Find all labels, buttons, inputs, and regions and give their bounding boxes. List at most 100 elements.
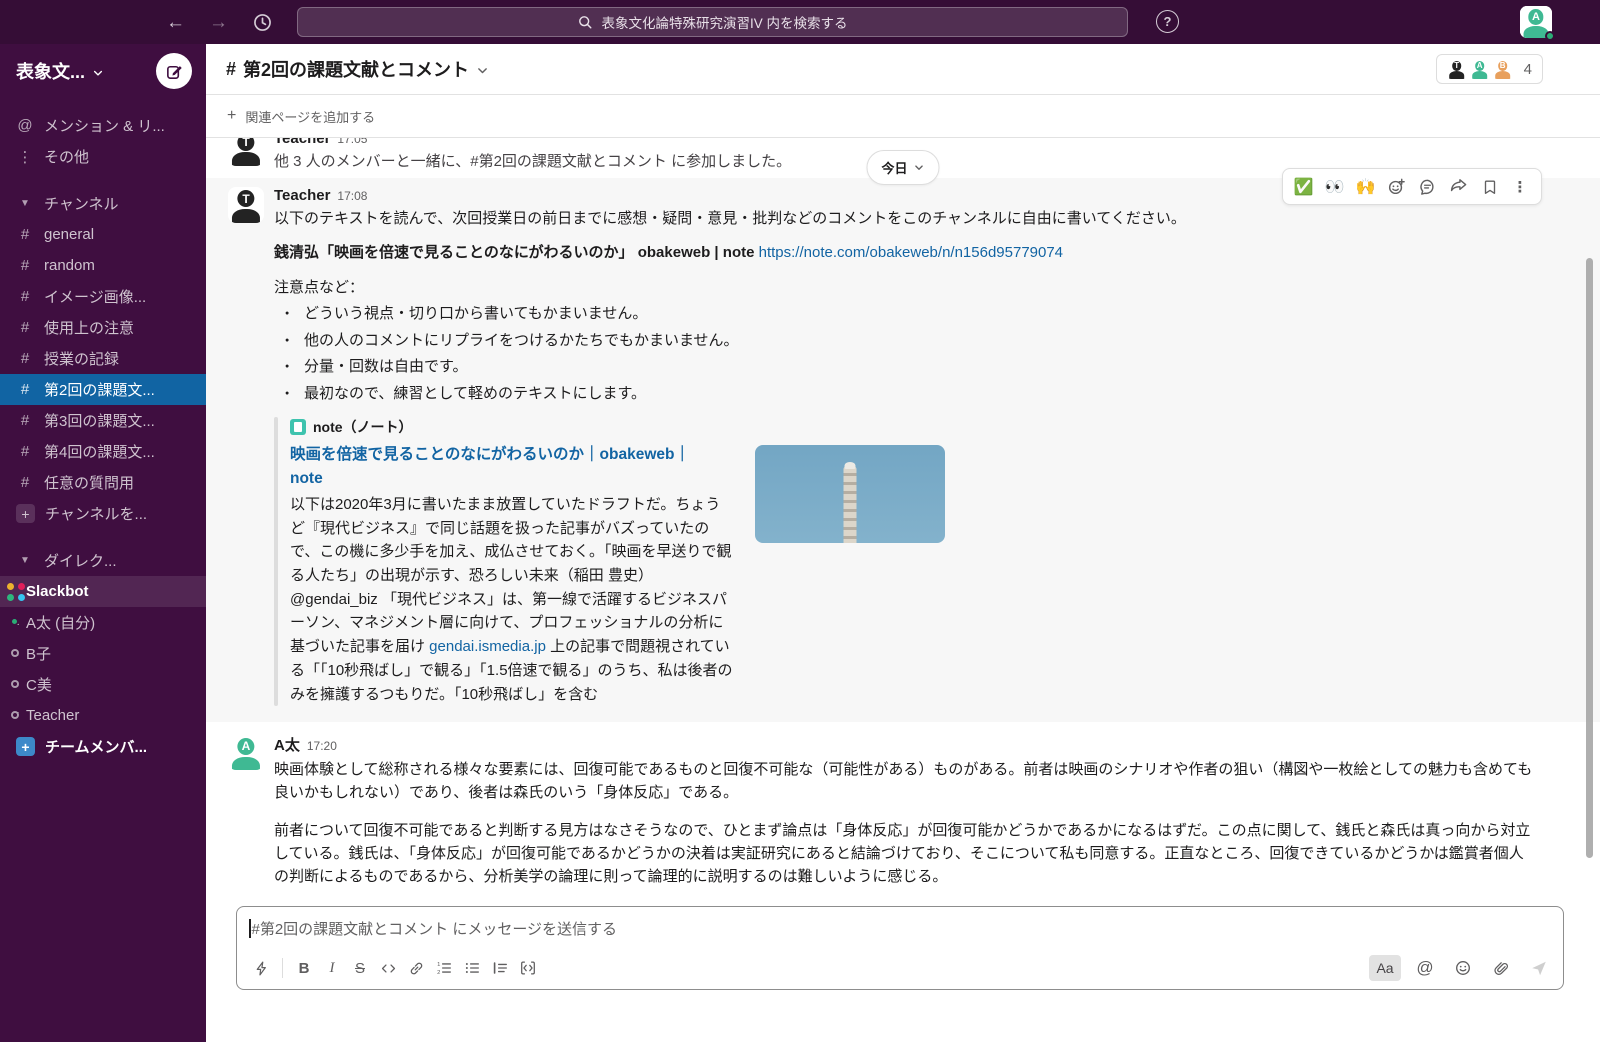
section-label: ダイレク...	[44, 550, 117, 571]
chevron-down-icon	[92, 67, 104, 79]
bulleted-list-icon[interactable]	[458, 955, 486, 981]
unfurl-title-link[interactable]: 映画を倍速で見ることのなにがわるいのか｜obakeweb｜note	[290, 443, 704, 491]
emoji-picker-icon[interactable]	[1449, 955, 1477, 981]
blockquote-icon[interactable]	[486, 955, 514, 981]
add-channel-label: チャンネルを...	[45, 503, 147, 524]
forward-icon[interactable]: →	[209, 13, 228, 32]
sidebar-dm-cmi[interactable]: C C美	[0, 669, 206, 700]
member-count: 4	[1524, 61, 1532, 78]
reaction-check-button[interactable]: ✅	[1288, 172, 1319, 201]
message-author[interactable]: A太	[274, 737, 300, 754]
sidebar-dm-bko[interactable]: B B子	[0, 638, 206, 669]
add-reaction-icon[interactable]	[1381, 172, 1412, 201]
chevron-down-icon	[476, 64, 489, 77]
message-author[interactable]: Teacher	[274, 138, 330, 147]
sidebar-channel-class-records[interactable]: # 授業の記録	[0, 343, 206, 374]
attach-file-icon[interactable]	[1487, 955, 1515, 981]
sidebar-dm-teacher[interactable]: T Teacher	[0, 700, 206, 731]
note-service-icon	[290, 419, 306, 435]
search-placeholder: 表象文化論特殊研究演習IV 内を検索する	[601, 12, 847, 32]
back-icon[interactable]: ←	[166, 13, 185, 32]
message-timestamp: 17:20	[307, 739, 337, 753]
avatar: T	[228, 138, 264, 166]
ordered-list-icon[interactable]: 12	[430, 955, 458, 981]
unfurl-service-name: note（ノート）	[313, 417, 413, 437]
strikethrough-button[interactable]: S	[346, 955, 374, 981]
sidebar-channel-session4[interactable]: # 第4回の課題文...	[0, 436, 206, 467]
list-item: 最初なので、練習として軽めのテキストにします。	[274, 383, 1536, 406]
channel-title-button[interactable]: # 第2回の課題文献とコメント	[226, 56, 489, 82]
workspace-header[interactable]: 表象文...	[0, 44, 206, 98]
link-icon[interactable]	[402, 955, 430, 981]
sidebar-channel-session2-selected[interactable]: # 第2回の課題文...	[0, 374, 206, 405]
chevron-down-icon	[914, 162, 925, 173]
more-actions-icon[interactable]: ⋮	[1505, 172, 1536, 201]
compose-button[interactable]	[156, 53, 192, 89]
member-list-button[interactable]: T A B 4	[1436, 54, 1543, 84]
presence-offline-dot	[11, 711, 19, 719]
plus-icon: +	[16, 737, 35, 756]
message-author[interactable]: Teacher	[274, 187, 330, 204]
list-item: 分量・回数は自由です。	[274, 356, 1536, 379]
sidebar-item-mentions[interactable]: @ メンション & リ...	[0, 110, 206, 141]
message-timestamp: 17:05	[337, 138, 367, 146]
sidebar-channel-general[interactable]: # general	[0, 219, 206, 250]
member-avatar: T	[1447, 59, 1467, 79]
sidebar-dm-self[interactable]: A A太 (自分)	[0, 607, 206, 638]
dm-section-header[interactable]: ▼ ダイレク...	[0, 545, 206, 576]
history-clock-icon[interactable]	[252, 12, 273, 33]
sidebar-item-more[interactable]: ⋮ その他	[0, 141, 206, 172]
add-related-page-button[interactable]: 関連ページを追加する	[245, 107, 375, 126]
send-button[interactable]	[1525, 955, 1553, 981]
message-text: 以下のテキストを読んで、次回授業日の前日までに感想・疑問・意見・批判などのコメン…	[274, 208, 1536, 231]
message-composer[interactable]: #第2回の課題文献とコメント にメッセージを送信する B I S	[236, 906, 1564, 990]
caret-down-icon: ▼	[16, 198, 34, 209]
user-avatar[interactable]: A	[1520, 6, 1552, 38]
list-item: 他の人のコメントにリプライをつけるかたちでもかまいません。	[274, 330, 1536, 353]
dm-label: C美	[26, 674, 52, 695]
sidebar-channel-questions[interactable]: # 任意の質問用	[0, 467, 206, 498]
sidebar-item-label: その他	[44, 146, 89, 167]
shortcuts-lightning-icon[interactable]	[247, 955, 275, 981]
hash-icon: #	[16, 226, 34, 243]
search-icon	[577, 14, 593, 30]
presence-offline-dot	[11, 680, 19, 688]
bold-button[interactable]: B	[290, 955, 318, 981]
channel-header: # 第2回の課題文献とコメント T A B 4	[206, 44, 1600, 95]
sidebar-dm-slackbot[interactable]: Slackbot	[0, 576, 206, 607]
invite-members-button[interactable]: + チームメンバ...	[0, 731, 206, 762]
reaction-eyes-button[interactable]: 👀	[1319, 172, 1350, 201]
sidebar-channel-usage-notes[interactable]: # 使用上の注意	[0, 312, 206, 343]
reference-line: 銭清弘「映画を倍速で見ることのなにがわるいのか」 obakeweb | note…	[274, 242, 1536, 265]
date-divider-button[interactable]: 今日	[866, 150, 939, 185]
history-nav: ← →	[166, 12, 273, 33]
search-bar[interactable]: 表象文化論特殊研究演習IV 内を検索する	[297, 7, 1128, 37]
inline-code-icon[interactable]	[374, 955, 402, 981]
sidebar-channel-random[interactable]: # random	[0, 250, 206, 281]
hash-icon: #	[226, 59, 236, 80]
composer-toolbar: B I S 12	[237, 950, 1563, 989]
channel-label: 授業の記録	[44, 348, 119, 369]
plus-icon: +	[16, 504, 35, 523]
reply-thread-icon[interactable]	[1412, 172, 1443, 201]
unfurl-inline-link[interactable]: gendai.ismedia.jp	[429, 638, 546, 655]
bookmark-icon[interactable]	[1474, 172, 1505, 201]
link-preview-card: note（ノート） 映画を倍速で見ることのなにがわるいのか｜obakeweb｜n…	[274, 417, 1536, 706]
vertical-scrollbar[interactable]	[1586, 258, 1593, 858]
message-input[interactable]: #第2回の課題文献とコメント にメッセージを送信する	[237, 907, 1563, 943]
channels-section-header[interactable]: ▼ チャンネル	[0, 188, 206, 219]
add-channel-button[interactable]: + チャンネルを...	[0, 498, 206, 529]
channel-title: 第2回の課題文献とコメント	[243, 56, 469, 82]
share-message-icon[interactable]	[1443, 172, 1474, 201]
reference-url-link[interactable]: https://note.com/obakeweb/n/n156d9577907…	[759, 244, 1063, 261]
code-block-icon[interactable]	[514, 955, 542, 981]
mention-button[interactable]: @	[1411, 955, 1439, 981]
sidebar-channel-images[interactable]: # イメージ画像...	[0, 281, 206, 312]
sidebar-channel-session3[interactable]: # 第3回の課題文...	[0, 405, 206, 436]
italic-button[interactable]: I	[318, 955, 346, 981]
help-button[interactable]: ?	[1156, 10, 1179, 33]
unfurl-thumbnail-tower-photo[interactable]	[755, 445, 945, 543]
formatting-toggle-button[interactable]: Aa	[1369, 955, 1401, 981]
reaction-hands-button[interactable]: 🙌	[1350, 172, 1381, 201]
top-bar: ← → 表象文化論特殊研究演習IV 内を検索する ? A	[0, 0, 1600, 44]
